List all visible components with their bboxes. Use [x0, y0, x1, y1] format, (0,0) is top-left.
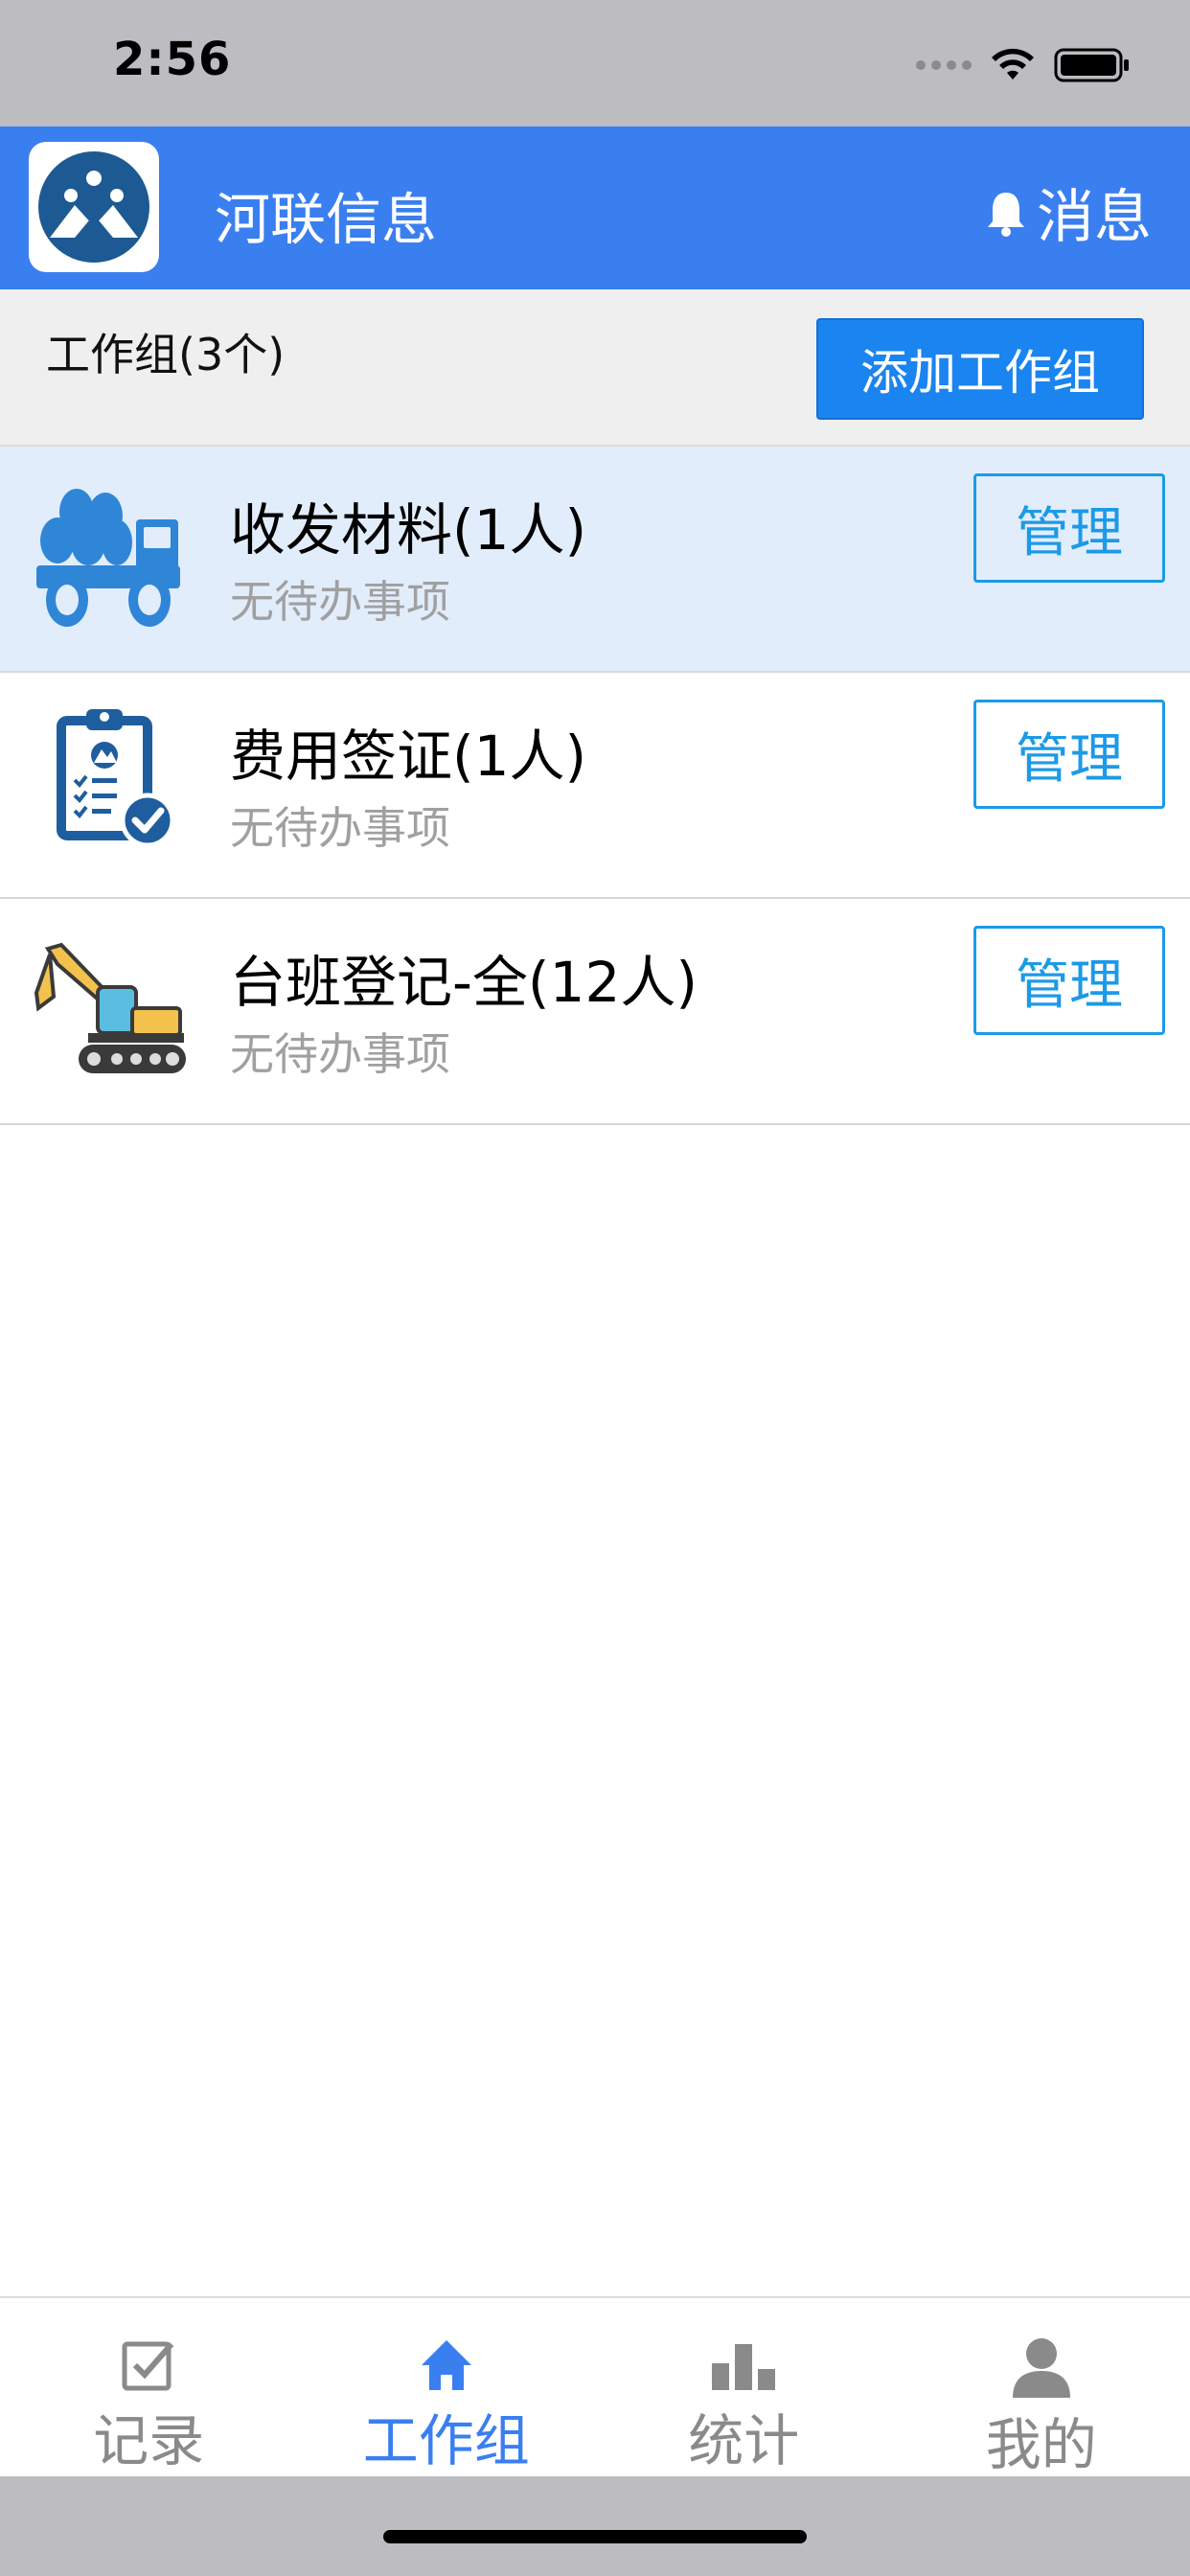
tab-label: 工作组	[362, 2408, 530, 2473]
bell-icon	[988, 192, 1024, 237]
group-count: 工作组(3个)	[46, 329, 286, 380]
mountain-logo-icon	[38, 151, 149, 263]
battery-icon	[1054, 48, 1129, 82]
add-group-button[interactable]: 添加工作组	[816, 318, 1144, 420]
manage-button[interactable]: 管理	[973, 473, 1165, 583]
manage-button[interactable]: 管理	[973, 700, 1165, 809]
tab-stats[interactable]: 统计	[595, 2298, 893, 2476]
tab-mine[interactable]: 我的	[893, 2298, 1190, 2477]
status-bar: 2:56	[0, 0, 1190, 126]
tab-bar: 记录 工作组 统计 我的	[0, 2296, 1190, 2477]
app-header: 河联信息 消息	[0, 126, 1190, 289]
app-logo	[29, 142, 159, 272]
excavator-icon	[29, 926, 192, 1089]
group-subtitle: 无待办事项	[230, 802, 450, 854]
group-list: 收发材料(1人) 无待办事项 管理 费用签证(1人) 无待办事项 管理 台班登记…	[0, 447, 1190, 1125]
messages-button[interactable]: 消息	[985, 171, 1152, 254]
tab-label: 记录	[93, 2408, 205, 2473]
tab-label: 我的	[985, 2412, 1097, 2477]
app-title: 河联信息	[215, 187, 438, 252]
clipboard-check-icon	[29, 700, 192, 862]
tab-workgroup[interactable]: 工作组	[298, 2298, 596, 2476]
group-title: 收发材料(1人)	[230, 497, 587, 563]
messages-label: 消息	[1037, 184, 1152, 251]
wifi-icon	[992, 48, 1034, 80]
home-indicator-area	[0, 2476, 1190, 2576]
group-title: 台班登记-全(12人)	[230, 950, 698, 1015]
group-row[interactable]: 台班登记-全(12人) 无待办事项 管理	[0, 899, 1190, 1125]
group-subtitle: 无待办事项	[230, 576, 450, 628]
tab-records[interactable]: 记录	[0, 2298, 298, 2476]
group-bar: 工作组(3个) 添加工作组	[0, 289, 1190, 447]
group-row[interactable]: 费用签证(1人) 无待办事项 管理	[0, 673, 1190, 899]
truck-icon	[29, 473, 192, 636]
status-time: 2:56	[113, 33, 232, 86]
status-icons	[916, 42, 1131, 88]
group-title: 费用签证(1人)	[230, 724, 587, 789]
signal-icon	[916, 60, 972, 70]
group-subtitle: 无待办事项	[230, 1028, 450, 1080]
tab-label: 统计	[688, 2408, 800, 2473]
group-row[interactable]: 收发材料(1人) 无待办事项 管理	[0, 447, 1190, 673]
home-indicator[interactable]	[383, 2530, 807, 2543]
manage-button[interactable]: 管理	[973, 926, 1165, 1035]
bar-chart-icon	[710, 2336, 777, 2394]
home-icon	[418, 2336, 475, 2394]
person-icon	[1011, 2336, 1072, 2398]
checkbox-icon	[120, 2336, 177, 2394]
